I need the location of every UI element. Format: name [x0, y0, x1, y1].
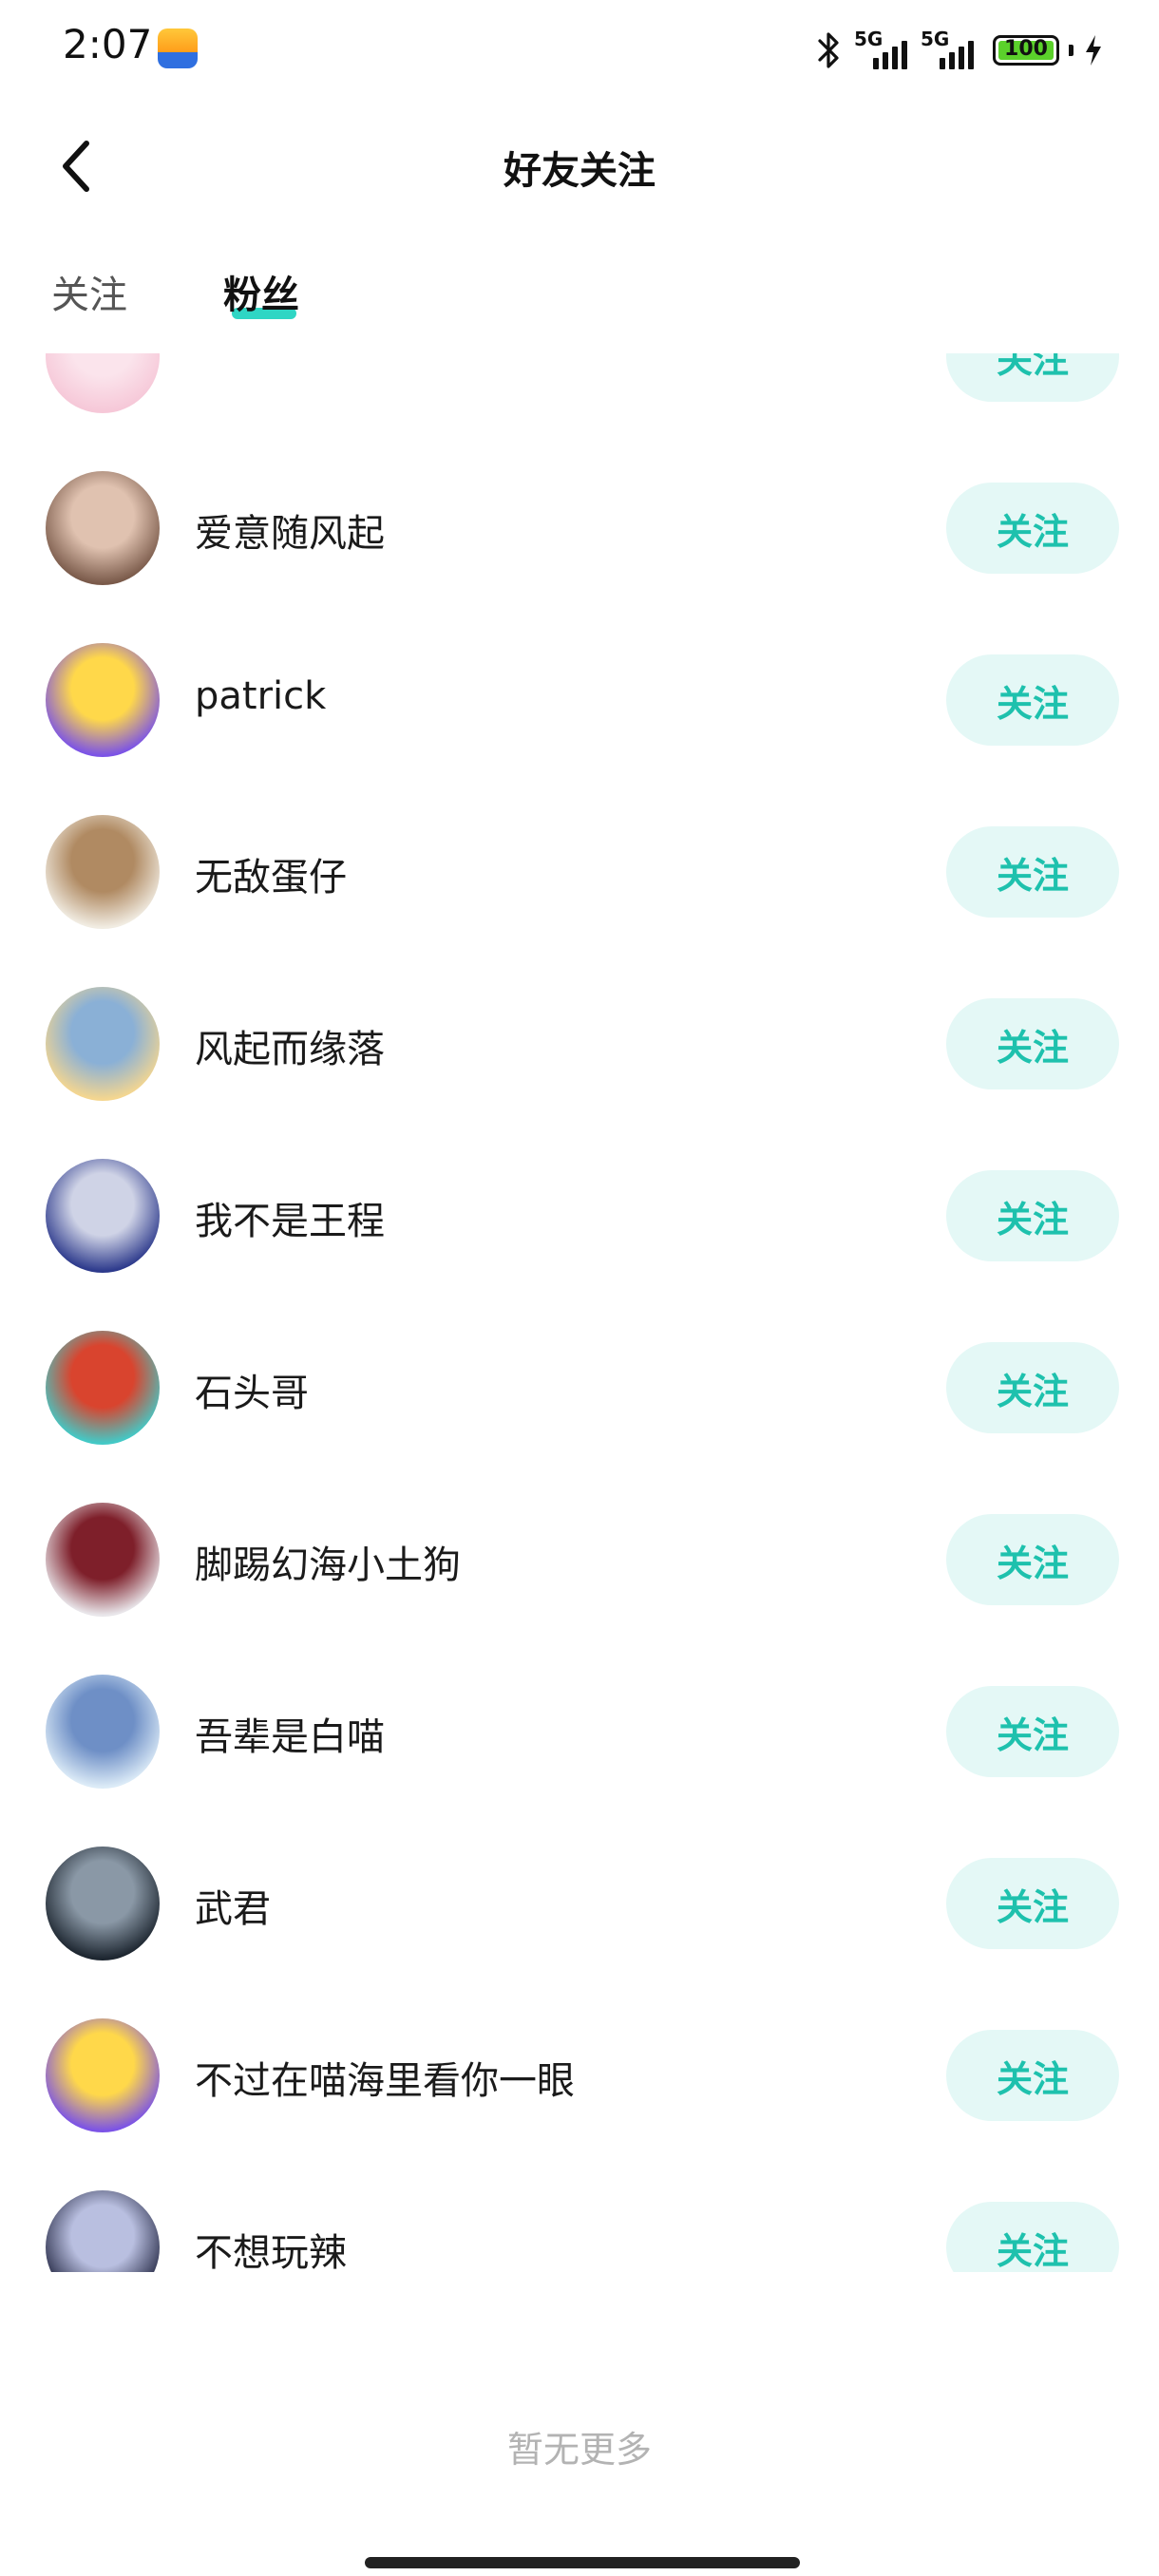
- follow-button[interactable]: 关注: [946, 1858, 1119, 1949]
- page-title: 好友关注: [504, 149, 656, 193]
- avatar[interactable]: [46, 1331, 160, 1445]
- follow-button[interactable]: 关注: [946, 1342, 1119, 1433]
- follower-row[interactable]: patrick 关注: [0, 614, 1159, 786]
- follower-name: 石头哥: [195, 1372, 309, 1415]
- follow-button[interactable]: 关注: [946, 1514, 1119, 1605]
- follow-button[interactable]: 关注: [946, 1686, 1119, 1777]
- follower-row[interactable]: 吾辈是白喵 关注: [0, 1645, 1159, 1817]
- avatar[interactable]: [46, 1159, 160, 1273]
- follow-button[interactable]: 关注: [946, 654, 1119, 746]
- bluetooth-icon: [818, 32, 839, 68]
- follow-button[interactable]: 关注: [946, 1170, 1119, 1261]
- followers-list[interactable]: 关注 爱意随风起 关注 patrick 关注 无敌蛋仔 关注 风起而缘落 关注 我不是王程 关注 石头…: [0, 353, 1159, 2272]
- avatar[interactable]: [46, 353, 160, 413]
- status-icons: 5G 5G 100: [812, 27, 1104, 74]
- follower-row[interactable]: 武君 关注: [0, 1817, 1159, 1989]
- signal-icon-1: 5G: [854, 28, 911, 69]
- follower-name: 我不是王程: [195, 1200, 385, 1243]
- follower-name: patrick: [195, 674, 327, 718]
- follower-row[interactable]: 爱意随风起 关注: [0, 442, 1159, 614]
- follow-button[interactable]: 关注: [946, 353, 1119, 402]
- follower-row[interactable]: 关注: [0, 353, 1159, 442]
- follower-name: 武君: [195, 1887, 271, 1931]
- network-label-2: 5G: [921, 28, 950, 50]
- follower-row[interactable]: 石头哥 关注: [0, 1301, 1159, 1473]
- followers-list-content: 关注 爱意随风起 关注 patrick 关注 无敌蛋仔 关注 风起而缘落 关注 我不是王程 关注 石头…: [0, 353, 1159, 2272]
- battery-icon: 100: [993, 35, 1059, 66]
- avatar[interactable]: [46, 1847, 160, 1960]
- follow-button[interactable]: 关注: [946, 998, 1119, 1089]
- avatar[interactable]: [46, 2190, 160, 2272]
- avatar[interactable]: [46, 1503, 160, 1617]
- follower-name: 不过在喵海里看你一眼: [195, 2059, 575, 2103]
- follower-name: 脚踢幻海小土狗: [195, 1544, 461, 1587]
- tab-bar: 关注 粉丝: [0, 255, 1159, 331]
- avatar[interactable]: [46, 815, 160, 929]
- avatar[interactable]: [46, 1675, 160, 1789]
- battery-level: 100: [1004, 37, 1048, 61]
- follower-row[interactable]: 不过在喵海里看你一眼 关注: [0, 1989, 1159, 2161]
- follower-row[interactable]: 风起而缘落 关注: [0, 957, 1159, 1129]
- follower-name: 吾辈是白喵: [195, 1715, 385, 1759]
- follower-name: 无敌蛋仔: [195, 856, 347, 900]
- follower-row[interactable]: 我不是王程 关注: [0, 1129, 1159, 1301]
- follower-row[interactable]: 脚踢幻海小土狗 关注: [0, 1473, 1159, 1645]
- status-bar: 2:07 5G 5G 100: [0, 0, 1159, 100]
- header: 好友关注: [0, 119, 1159, 214]
- no-more-text: 暂无更多: [506, 2429, 652, 2471]
- follow-button[interactable]: 关注: [946, 2202, 1119, 2272]
- app-notification-icon: [158, 28, 198, 68]
- avatar[interactable]: [46, 643, 160, 757]
- battery-tip: [1069, 45, 1074, 56]
- home-indicator[interactable]: [365, 2557, 800, 2568]
- charging-icon: [1086, 35, 1101, 66]
- follower-name: 不想玩辣: [195, 2231, 347, 2272]
- signal-icon-2: 5G: [921, 28, 978, 69]
- follower-row[interactable]: 不想玩辣 关注: [0, 2161, 1159, 2272]
- avatar[interactable]: [46, 987, 160, 1101]
- avatar[interactable]: [46, 2018, 160, 2132]
- avatar[interactable]: [46, 471, 160, 585]
- tab-following[interactable]: 关注: [51, 264, 127, 319]
- tab-fans[interactable]: 粉丝: [223, 264, 299, 319]
- follower-name: 爱意随风起: [195, 512, 385, 556]
- follow-button[interactable]: 关注: [946, 483, 1119, 574]
- follow-button[interactable]: 关注: [946, 2030, 1119, 2121]
- status-time: 2:07: [63, 21, 153, 67]
- follower-name: 风起而缘落: [195, 1028, 385, 1071]
- follower-row[interactable]: 无敌蛋仔 关注: [0, 786, 1159, 957]
- network-label-1: 5G: [854, 28, 884, 50]
- follow-button[interactable]: 关注: [946, 826, 1119, 918]
